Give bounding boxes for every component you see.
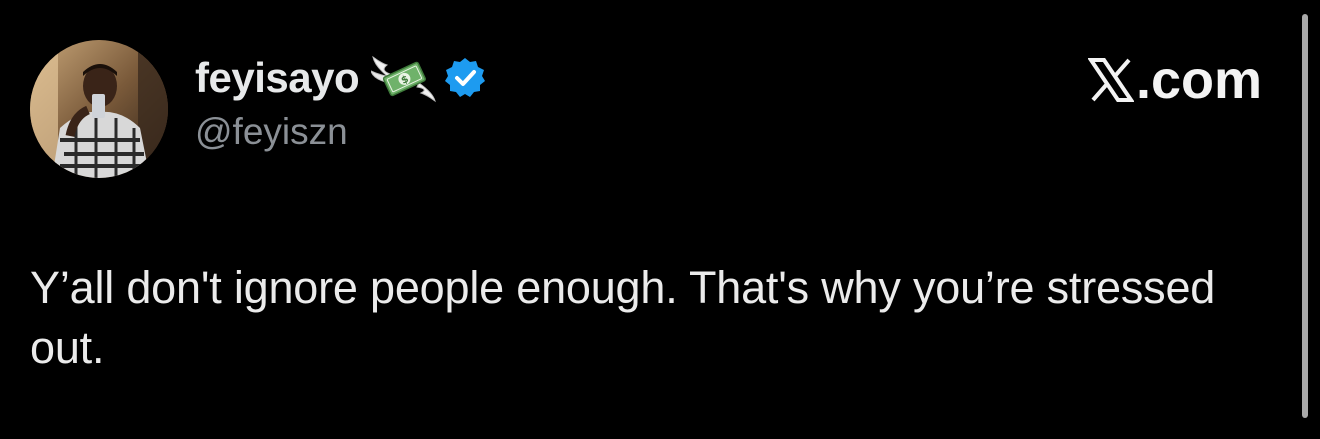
author-name-row: feyisayo $ [195, 52, 487, 104]
avatar-photo [30, 40, 168, 178]
avatar[interactable] [30, 40, 168, 178]
tweet-text: Y’all don't ignore people enough. That's… [30, 262, 1216, 373]
brand-watermark: .com [1087, 50, 1262, 110]
verified-badge-icon[interactable] [443, 56, 487, 100]
tweet-card: feyisayo $ @feyiszn .com Y’all don't ign… [0, 0, 1320, 439]
scrollbar[interactable] [1302, 14, 1308, 418]
money-with-wings-icon: $ [371, 55, 436, 103]
brand-label: .com [1135, 50, 1262, 110]
author-handle[interactable]: @feyiszn [195, 110, 487, 154]
author-display-name[interactable]: feyisayo [195, 52, 360, 104]
author-identity: feyisayo $ @feyiszn [195, 52, 487, 154]
x-logo-icon [1087, 58, 1134, 102]
